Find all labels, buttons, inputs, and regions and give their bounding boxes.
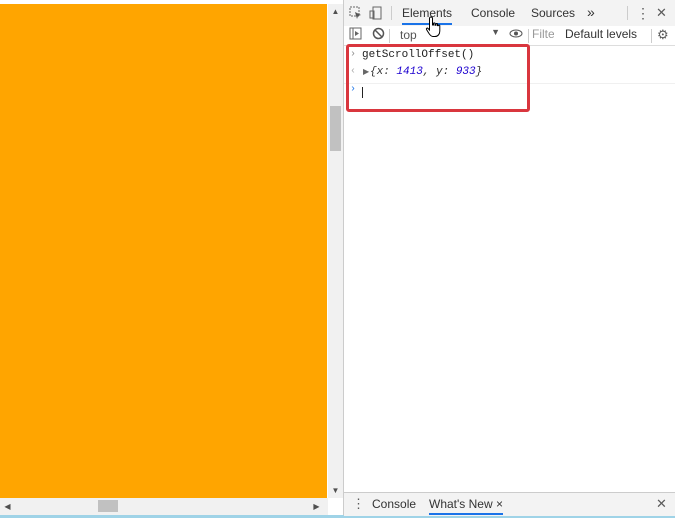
live-expression-eye-icon[interactable]: [509, 27, 523, 44]
vertical-scroll-thumb[interactable]: [330, 106, 341, 151]
drawer-tab-whats-new-label: What's New: [429, 497, 493, 511]
hand-pointer-cursor-icon: [425, 16, 441, 37]
console-output[interactable]: › getScrollOffset() ‹ ▶ {x: 1413, y: 933…: [344, 46, 675, 492]
console-toolbar: top ▼ Filter Default levels ⚙: [344, 26, 675, 46]
toolbar-divider: [389, 29, 390, 43]
drawer-tab-whats-new[interactable]: What's New ×: [429, 497, 503, 515]
drawer-close-icon[interactable]: ✕: [656, 496, 667, 512]
scroll-right-arrow-icon[interactable]: ▶: [309, 498, 324, 515]
devtools-tabbar: Elements Console Sources » ⋮ ✕: [344, 0, 675, 27]
inspect-element-icon[interactable]: [349, 6, 363, 24]
red-highlight-box: [346, 44, 530, 112]
context-value: top: [400, 28, 417, 42]
tab-sources[interactable]: Sources: [531, 5, 575, 23]
more-tabs-icon[interactable]: »: [587, 4, 595, 22]
tab-console[interactable]: Console: [471, 5, 515, 23]
toolbar-divider: [651, 29, 652, 43]
drawer-tab-close-icon[interactable]: ×: [496, 497, 503, 511]
vertical-scrollbar[interactable]: ▲ ▼: [328, 4, 343, 498]
horizontal-scrollbar[interactable]: ◀ ▶: [0, 498, 328, 515]
devtools-close-icon[interactable]: ✕: [656, 5, 667, 21]
toolbar-divider: [528, 29, 529, 43]
toolbar-divider: [391, 6, 392, 20]
drawer-tab-console[interactable]: Console: [372, 497, 416, 513]
log-levels-dropdown[interactable]: Default levels: [565, 27, 645, 41]
device-toolbar-icon[interactable]: [369, 6, 383, 24]
toolbar-divider: [627, 6, 628, 20]
drawer-menu-icon[interactable]: ⋮: [352, 496, 365, 512]
execution-context-select[interactable]: top ▼: [392, 27, 502, 45]
page-viewport: [0, 0, 328, 518]
scroll-down-arrow-icon[interactable]: ▼: [328, 483, 343, 498]
devtools-menu-icon[interactable]: ⋮: [636, 5, 650, 21]
filter-input[interactable]: Filter: [532, 27, 554, 41]
scroll-left-arrow-icon[interactable]: ◀: [0, 498, 15, 515]
orange-page-content: [0, 4, 327, 498]
horizontal-scroll-thumb[interactable]: [98, 500, 118, 512]
show-sidebar-icon[interactable]: [349, 27, 362, 44]
bottom-drawer: ⋮ Console What's New × ✕: [344, 492, 675, 516]
console-settings-gear-icon[interactable]: ⚙: [657, 27, 669, 43]
scroll-up-arrow-icon[interactable]: ▲: [328, 4, 343, 19]
dropdown-arrow-icon: ▼: [491, 27, 500, 37]
clear-console-icon[interactable]: [372, 27, 385, 44]
